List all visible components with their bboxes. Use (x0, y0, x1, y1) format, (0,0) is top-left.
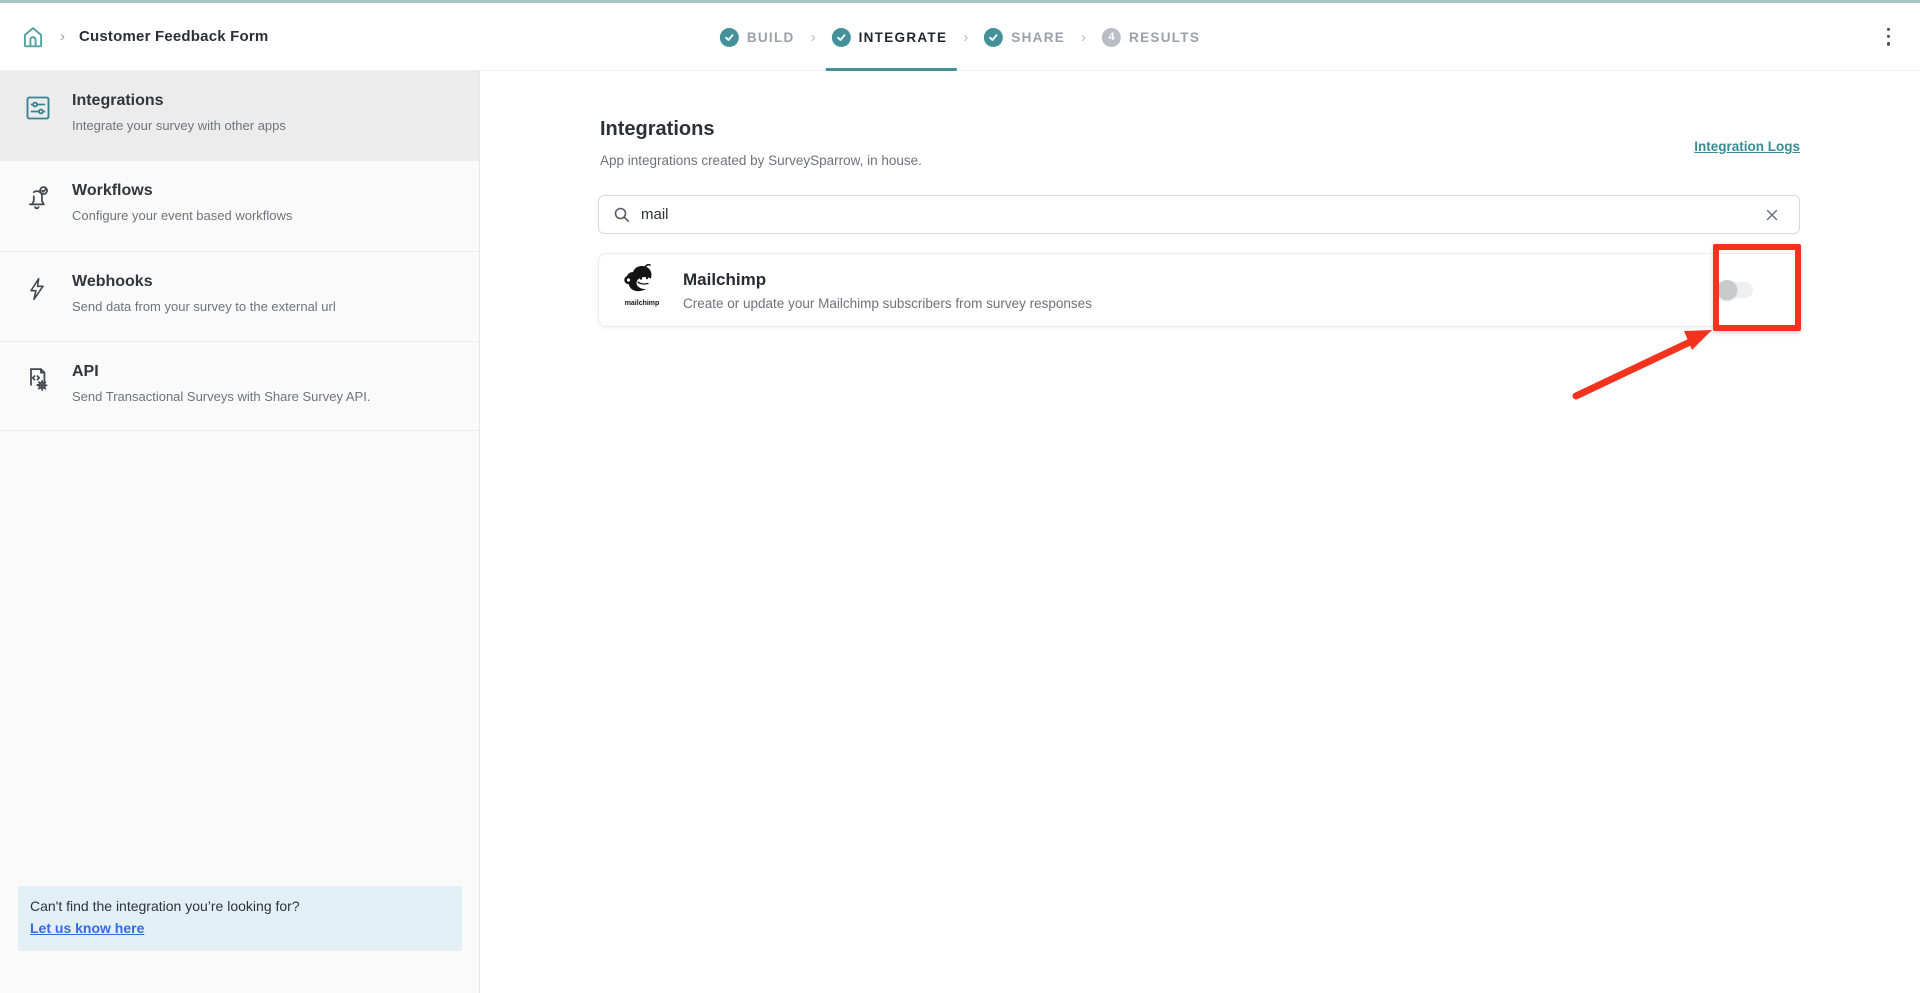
check-circle-icon (720, 28, 739, 47)
chevron-right-icon: › (961, 29, 970, 46)
sidebar-item-subtitle: Send Transactional Surveys with Share Su… (72, 388, 370, 406)
breadcrumb-title[interactable]: Customer Feedback Form (79, 28, 268, 45)
sidebar-item-subtitle: Configure your event based workflows (72, 207, 292, 225)
chevron-right-icon: › (60, 28, 65, 45)
sidebar-item-subtitle: Send data from your survey to the extern… (72, 298, 336, 316)
sidebar-item-title: API (72, 363, 370, 381)
bell-check-icon (24, 182, 54, 231)
integration-name: Mailchimp (683, 270, 1719, 290)
bolt-icon (24, 273, 54, 321)
card-text: Mailchimp Create or update your Mailchim… (683, 270, 1719, 311)
sidebar-item-webhooks[interactable]: Webhooks Send data from your survey to t… (0, 251, 479, 341)
mailchimp-enable-toggle[interactable] (1719, 282, 1753, 298)
toggle-knob (1717, 280, 1737, 300)
help-question: Can't find the integration you’re lookin… (30, 898, 450, 914)
clear-x-icon[interactable] (1759, 202, 1785, 228)
step-results[interactable]: 4 RESULTS (1102, 28, 1200, 47)
sidebar-item-integrations[interactable]: Integrations Integrate your survey with … (0, 71, 479, 161)
page-subtitle: App integrations created by SurveySparro… (600, 153, 922, 168)
step-label: SHARE (1011, 30, 1065, 45)
mailchimp-logo: mailchimp (621, 263, 663, 318)
sidebar-item-subtitle: Integrate your survey with other apps (72, 117, 286, 135)
sliders-icon (24, 92, 54, 141)
sidebar-item-title: Workflows (72, 182, 292, 200)
header: › Customer Feedback Form BUILD › INTEGRA… (0, 3, 1920, 71)
search-icon (613, 206, 631, 224)
step-build[interactable]: BUILD (720, 28, 795, 47)
let-us-know-link[interactable]: Let us know here (30, 920, 144, 936)
check-circle-icon (832, 28, 851, 47)
annotation-arrow (1560, 316, 1730, 411)
step-label: RESULTS (1129, 30, 1200, 45)
step-integrate[interactable]: INTEGRATE (832, 28, 948, 47)
step-label: BUILD (747, 30, 795, 45)
integration-search (598, 195, 1800, 234)
chevron-right-icon: › (1079, 29, 1088, 46)
home-icon[interactable] (20, 24, 46, 50)
check-circle-icon (984, 28, 1003, 47)
step-number-circle: 4 (1102, 28, 1121, 47)
integration-card-mailchimp[interactable]: mailchimp Mailchimp Create or update you… (598, 253, 1800, 327)
integration-description: Create or update your Mailchimp subscrib… (683, 296, 1719, 311)
wizard-steps: BUILD › INTEGRATE › SHARE › 4 RESULTS (720, 3, 1200, 71)
chevron-right-icon: › (809, 29, 818, 46)
sidebar-item-title: Webhooks (72, 273, 336, 291)
sidebar-item-workflows[interactable]: Workflows Configure your event based wor… (0, 161, 479, 251)
api-doc-gear-icon (24, 363, 54, 410)
search-input[interactable] (641, 206, 1749, 223)
step-label: INTEGRATE (859, 30, 948, 45)
step-share[interactable]: SHARE (984, 28, 1065, 47)
breadcrumb: › Customer Feedback Form (0, 24, 268, 50)
sidebar-item-api[interactable]: API Send Transactional Surveys with Shar… (0, 341, 479, 431)
svg-text:mailchimp: mailchimp (625, 300, 660, 307)
kebab-menu-icon[interactable] (1881, 21, 1896, 51)
sidebar-item-title: Integrations (72, 92, 286, 110)
integration-logs-link[interactable]: Integration Logs (1694, 139, 1800, 154)
sidebar: Integrations Integrate your survey with … (0, 71, 480, 993)
main-content: Integrations App integrations created by… (480, 71, 1920, 993)
help-box: Can't find the integration you’re lookin… (18, 886, 462, 951)
page-title: Integrations (600, 118, 714, 141)
